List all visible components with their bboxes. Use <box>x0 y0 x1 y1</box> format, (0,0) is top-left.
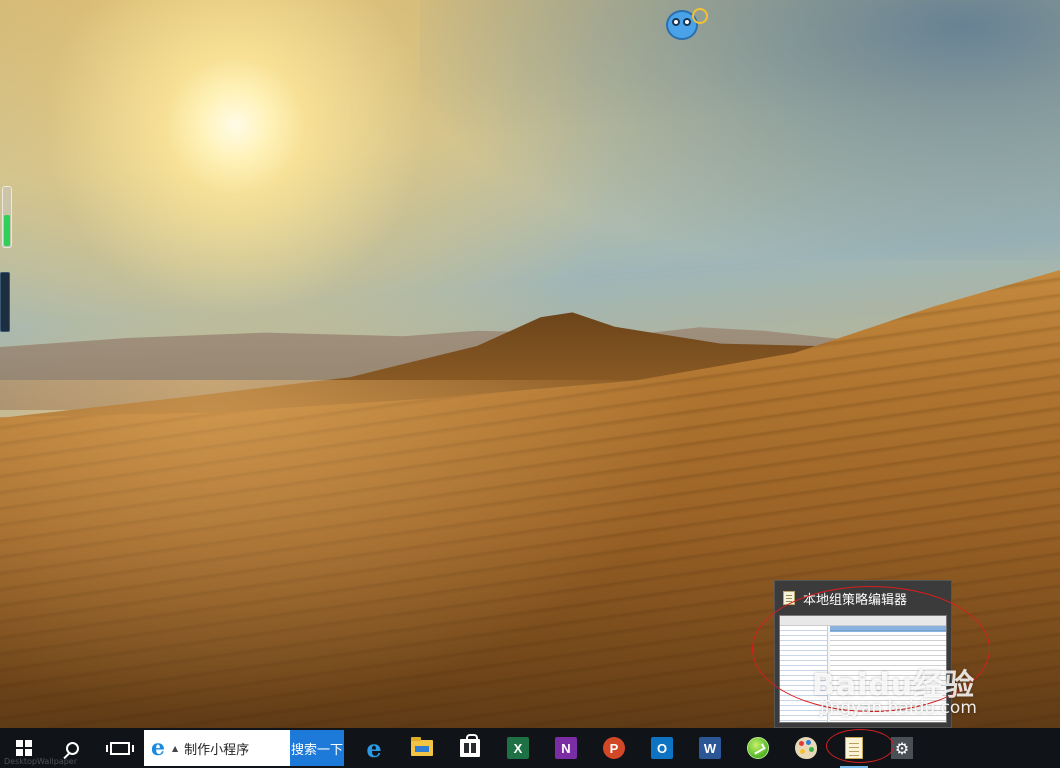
outlook-icon: O <box>651 737 673 759</box>
ie-search-box[interactable]: e ▲ 制作小程序 <box>144 730 290 766</box>
corner-watermark: DesktopWallpaper <box>4 757 78 766</box>
gear-icon: ⚙ <box>891 737 913 759</box>
onenote-icon: N <box>555 737 577 759</box>
taskbar-app-paint[interactable] <box>782 728 830 768</box>
side-panel-widget[interactable] <box>0 272 10 332</box>
taskbar-app-excel[interactable]: X <box>494 728 542 768</box>
ie-search-input[interactable]: 制作小程序 <box>184 739 249 758</box>
ie-icon: e <box>151 735 165 761</box>
green-circle-icon <box>747 737 769 759</box>
task-view-button[interactable] <box>96 728 144 768</box>
baidu-watermark-url: jingyan.baidu.com <box>820 698 977 718</box>
windows-logo-icon <box>16 740 32 756</box>
taskbar-app-word[interactable]: W <box>686 728 734 768</box>
wallpaper-sky-blue <box>420 0 1060 260</box>
folder-icon <box>411 737 433 756</box>
taskbar: e ▲ 制作小程序 搜索一下 e X N P O W ⚙ <box>0 728 1060 768</box>
taskbar-app-store[interactable] <box>446 728 494 768</box>
taskbar-app-edge[interactable]: e <box>350 728 398 768</box>
side-meter-widget[interactable] <box>2 186 12 248</box>
mascot-eye-right <box>683 18 691 26</box>
annotation-ellipse-taskbar <box>826 729 894 763</box>
owl-mascot-icon[interactable] <box>666 6 710 42</box>
side-meter-fill <box>4 214 10 246</box>
taskbar-app-powerpoint[interactable]: P <box>590 728 638 768</box>
mascot-eye-left <box>672 18 680 26</box>
powerpoint-icon: P <box>603 737 625 759</box>
excel-icon: X <box>507 737 529 759</box>
taskbar-app-outlook[interactable]: O <box>638 728 686 768</box>
search-icon <box>65 741 79 755</box>
mascot-ring <box>692 8 708 24</box>
wallpaper-glow <box>0 380 700 720</box>
chevron-down-icon[interactable]: ▲ <box>172 744 178 753</box>
task-view-icon <box>106 741 134 755</box>
store-icon <box>460 734 480 757</box>
taskbar-app-onenote[interactable]: N <box>542 728 590 768</box>
desktop[interactable]: 本地组策略编辑器 Baidu经验 jingyan.baidu.com <box>0 0 1060 728</box>
ie-search-button[interactable]: 搜索一下 <box>290 730 344 766</box>
edge-icon: e <box>366 733 382 763</box>
paint-palette-icon <box>795 737 817 759</box>
taskbar-app-green[interactable] <box>734 728 782 768</box>
word-icon: W <box>699 737 721 759</box>
taskbar-app-file-explorer[interactable] <box>398 728 446 768</box>
